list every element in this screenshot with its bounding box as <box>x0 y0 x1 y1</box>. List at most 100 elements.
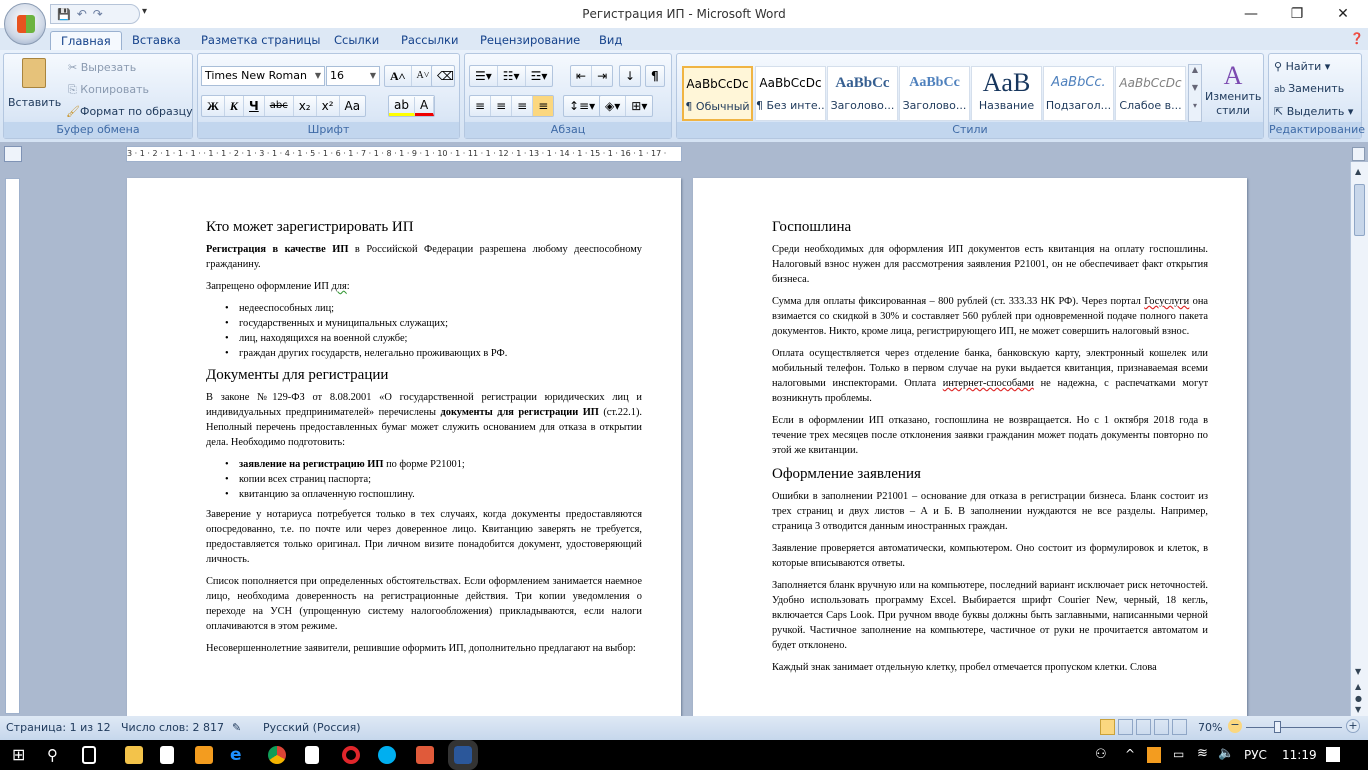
format-painter-button[interactable]: 🖌Формат по образцу <box>66 105 193 118</box>
volume-icon[interactable]: 🔈 <box>1218 746 1234 761</box>
opera-icon[interactable] <box>342 746 360 764</box>
font-color-button[interactable]: A <box>414 96 435 116</box>
zoom-level[interactable]: 70% <box>1198 721 1222 734</box>
battery-icon[interactable]: ▭ <box>1173 747 1184 761</box>
proofing-icon[interactable]: ✎ <box>232 721 241 734</box>
multilevel-list-button[interactable]: ☲▾ <box>526 66 553 86</box>
scrollbar-thumb[interactable] <box>1354 184 1365 236</box>
bold-button[interactable]: Ж <box>202 96 225 116</box>
grow-font-button[interactable]: A˄ <box>385 66 412 86</box>
store-icon[interactable] <box>160 746 174 764</box>
sort-button[interactable]: ↓ <box>619 65 642 87</box>
grammar-flagged-word[interactable]: для <box>331 281 346 292</box>
document-page-1[interactable]: Кто может зарегистрировать ИП Регистраци… <box>127 178 681 716</box>
office-button[interactable] <box>4 3 46 45</box>
chrome-icon[interactable] <box>268 746 286 764</box>
font-name-select[interactable]: Times New Roman ▼ <box>201 66 325 86</box>
outline-view-button[interactable] <box>1154 719 1169 735</box>
tab-mailings[interactable]: Рассылки <box>391 31 468 50</box>
document-page-2[interactable]: Госпошлина Среди необходимых для оформле… <box>693 178 1247 716</box>
replace-button[interactable]: ab Заменить <box>1274 82 1344 95</box>
scroll-up-icon[interactable]: ▲ <box>1355 167 1361 176</box>
change-case-button[interactable]: Aa <box>340 96 366 116</box>
cut-button[interactable]: ✂ Вырезать <box>68 61 136 74</box>
edge-icon[interactable]: e <box>230 746 248 764</box>
help-icon[interactable]: ❓ <box>1350 32 1364 45</box>
tab-page-layout[interactable]: Разметка страницы <box>191 31 330 50</box>
full-screen-reading-view-button[interactable] <box>1118 719 1133 735</box>
tab-review[interactable]: Рецензирование <box>470 31 590 50</box>
justify-button[interactable]: ≡ <box>533 96 554 116</box>
wifi-icon[interactable]: ≋ <box>1197 746 1208 761</box>
strikethrough-button[interactable]: abc <box>265 96 294 116</box>
subscript-button[interactable]: x₂ <box>294 96 317 116</box>
vertical-ruler[interactable] <box>5 178 20 714</box>
people-icon[interactable]: ⚇ <box>1095 747 1107 762</box>
media-player-icon[interactable] <box>195 746 213 764</box>
page-count[interactable]: Страница: 1 из 12 <box>6 721 111 734</box>
clear-formatting-button[interactable]: ⌫ <box>431 65 455 87</box>
align-right-button[interactable]: ≡ <box>512 96 534 116</box>
superscript-button[interactable]: x² <box>317 96 340 116</box>
copy-button[interactable]: ⎘ Копировать <box>68 83 149 97</box>
style-title[interactable]: AaB Название <box>971 66 1042 121</box>
style-heading-2[interactable]: AaBbCc Заголово... <box>899 66 970 121</box>
draft-view-button[interactable] <box>1172 719 1187 735</box>
align-center-button[interactable]: ≡ <box>491 96 513 116</box>
style-subtle-emphasis[interactable]: AaBbCcDc Слабое в... <box>1115 66 1186 121</box>
change-styles-button[interactable]: A Изменить стили <box>1205 62 1261 118</box>
file-explorer-icon[interactable] <box>125 746 143 764</box>
style-subtitle[interactable]: AaBbCc. Подзагол... <box>1043 66 1114 121</box>
bullets-button[interactable]: ☰▾ <box>470 66 498 86</box>
font-size-select[interactable]: 16 ▼ <box>326 66 380 86</box>
align-left-button[interactable]: ≡ <box>470 96 492 116</box>
input-language[interactable]: РУС <box>1244 748 1267 762</box>
task-view-icon[interactable] <box>82 746 96 764</box>
underline-button[interactable]: Ч <box>244 96 265 116</box>
decrease-indent-button[interactable]: ⇤ <box>571 66 593 86</box>
tab-view[interactable]: Вид <box>589 31 632 50</box>
increase-indent-button[interactable]: ⇥ <box>592 66 612 86</box>
skype-icon[interactable] <box>378 746 396 764</box>
line-spacing-button[interactable]: ↕≡▾ <box>563 95 602 117</box>
tab-selector-button[interactable] <box>4 146 22 162</box>
clock[interactable]: 11:19 <box>1282 748 1317 762</box>
web-layout-view-button[interactable] <box>1136 719 1151 735</box>
minimize-button[interactable]: — <box>1228 0 1274 28</box>
style-heading-1[interactable]: AaBbCc Заголово... <box>827 66 898 121</box>
word-count[interactable]: Число слов: 2 817 <box>121 721 224 734</box>
numbering-button[interactable]: ☷▾ <box>498 66 526 86</box>
language[interactable]: Русский (Россия) <box>263 721 361 734</box>
show-marks-button[interactable]: ¶ <box>645 65 665 87</box>
select-button[interactable]: ⇱ Выделить ▾ <box>1274 105 1353 118</box>
next-page-icon[interactable]: ▼ <box>1355 705 1361 714</box>
print-layout-view-button[interactable] <box>1100 719 1115 735</box>
find-button[interactable]: ⚲ Найти ▾ <box>1274 60 1330 73</box>
mail-icon[interactable] <box>305 746 319 764</box>
highlight-color-button[interactable]: ab <box>389 96 415 116</box>
maximize-button[interactable]: ❐ <box>1274 0 1320 28</box>
style-normal[interactable]: AaBbCcDc ¶ Обычный <box>682 66 753 121</box>
notifications-icon[interactable] <box>1326 747 1340 762</box>
app-icon[interactable] <box>416 746 434 764</box>
zoom-slider[interactable] <box>1246 721 1342 733</box>
select-browse-object-icon[interactable]: ● <box>1355 694 1362 703</box>
shading-button[interactable]: ◈▾ <box>600 96 627 116</box>
avast-icon[interactable] <box>1147 747 1161 763</box>
search-icon[interactable]: ⚲ <box>47 746 65 764</box>
zoom-out-button[interactable]: − <box>1228 719 1242 733</box>
horizontal-ruler[interactable]: 3 · 1 · 2 · 1 · 1 · 1 · · 1 · 1 · 2 · 1 … <box>126 146 682 162</box>
windows-start-icon[interactable]: ⊞ <box>12 746 30 764</box>
previous-page-icon[interactable]: ▲ <box>1355 682 1361 691</box>
tab-home[interactable]: Главная <box>50 31 122 50</box>
zoom-in-button[interactable]: + <box>1346 719 1360 733</box>
zoom-slider-thumb[interactable] <box>1274 721 1281 733</box>
scroll-down-icon[interactable]: ▼ <box>1355 667 1361 676</box>
word-taskbar-icon[interactable] <box>448 740 478 770</box>
close-button[interactable]: ✕ <box>1320 0 1366 28</box>
borders-button[interactable]: ⊞▾ <box>626 96 652 116</box>
vertical-scrollbar[interactable]: ▲ ▼ ▲ ● ▼ <box>1350 162 1368 716</box>
styles-gallery-scroll[interactable]: ▲ ▼ ▾ <box>1188 64 1202 122</box>
spelling-flagged-word[interactable]: интернет-способами <box>943 378 1034 389</box>
tab-references[interactable]: Ссылки <box>324 31 389 50</box>
